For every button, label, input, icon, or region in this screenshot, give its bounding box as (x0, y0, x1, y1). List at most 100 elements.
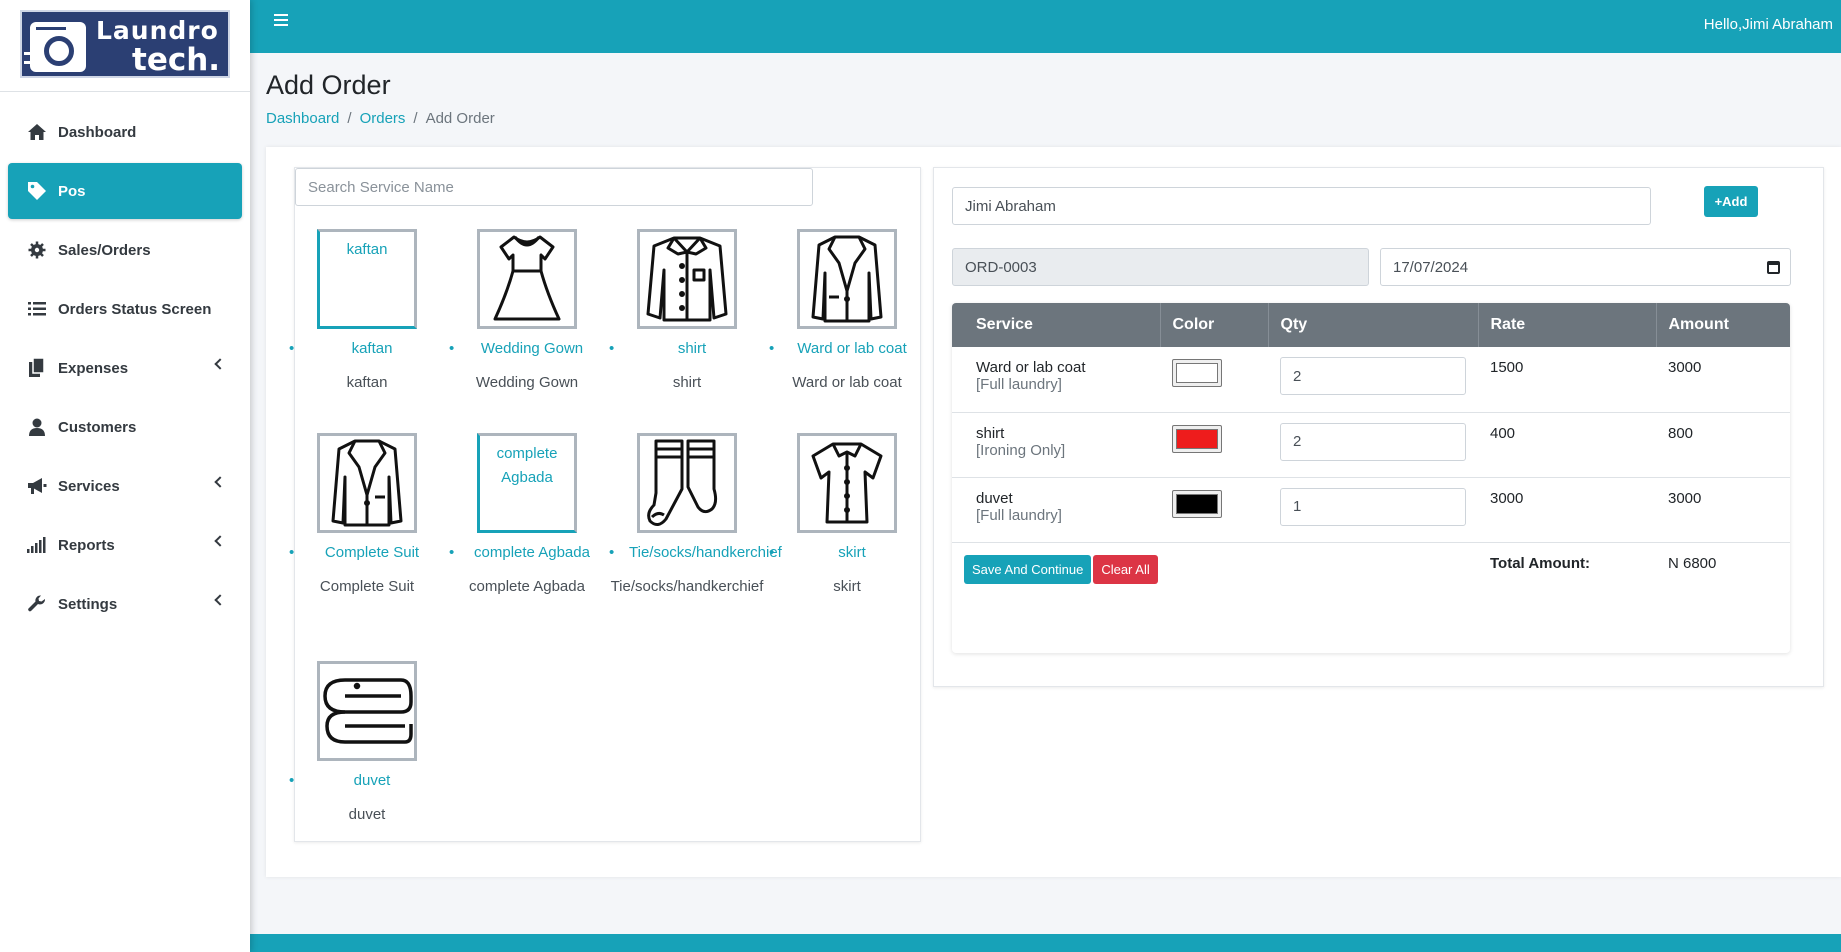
service-caption: Tie/socks/handkerchief (610, 578, 764, 595)
service-link[interactable]: Ward or lab coat (767, 337, 927, 361)
service-caption: kaftan (346, 374, 388, 391)
color-swatch (1176, 493, 1218, 514)
service-image-kaftan[interactable]: kaftan (317, 229, 417, 329)
breadcrumb-dashboard[interactable]: Dashboard (266, 110, 339, 127)
service-card-ward-or-lab-coat[interactable]: Ward or lab coat Ward or lab coat (767, 229, 927, 395)
service-image-complete-agbada[interactable]: complete Agbada (477, 433, 577, 533)
main-card: kaftan kaftan kaftan Wedding Gown Weddin… (266, 147, 1841, 877)
chevron-left-icon (214, 358, 226, 370)
brand-line2: tech. (132, 42, 221, 78)
service-link[interactable]: shirt (607, 337, 767, 361)
copy-icon (26, 358, 48, 378)
sidebar-item-label: Orders Status Screen (58, 300, 212, 318)
customer-select[interactable]: Jimi Abraham (952, 187, 1651, 225)
image-alt-text: complete Agbada (496, 445, 558, 486)
suit-icon[interactable] (317, 433, 417, 533)
qty-input[interactable]: 2 (1280, 357, 1466, 395)
row-service-name: Ward or lab coat (976, 359, 1086, 376)
service-card-tie-socks[interactable]: Tie/socks/handkerchief Tie/socks/handker… (607, 433, 782, 599)
sidebar-item-label: Pos (58, 182, 86, 200)
brand-logo[interactable]: Laundro tech. (20, 10, 230, 78)
service-card-kaftan[interactable]: kaftan kaftan kaftan (287, 229, 447, 395)
row-amount: 3000 (1656, 347, 1790, 413)
row-rate: 3000 (1478, 477, 1656, 543)
calendar-icon[interactable] (1767, 261, 1780, 274)
table-row: shirt [Ironing Only] 2 400 800 (952, 412, 1790, 478)
service-link[interactable]: Tie/socks/handkerchief (607, 541, 782, 565)
order-date-field[interactable]: 17/07/2024 (1380, 248, 1791, 286)
sidebar-item-dashboard[interactable]: Dashboard (8, 104, 242, 160)
sidebar-item-settings[interactable]: Settings (8, 576, 242, 632)
service-card-complete-suit[interactable]: Complete Suit Complete Suit (287, 433, 447, 599)
service-caption: complete Agbada (469, 578, 585, 595)
washing-machine-icon (30, 22, 86, 72)
col-service: Service (952, 303, 1161, 347)
service-caption: Wedding Gown (475, 374, 579, 391)
sidebar-item-expenses[interactable]: Expenses (8, 340, 242, 396)
footer-bar (250, 934, 1841, 952)
row-service-type: [Full laundry] (976, 506, 1062, 524)
order-panel: Jimi Abraham +Add ORD-0003 17/07/2024 Se… (933, 167, 1824, 687)
blazer-icon[interactable] (797, 229, 897, 329)
sidebar-item-orders-status[interactable]: Orders Status Screen (8, 281, 242, 337)
service-card-skirt[interactable]: skirt skirt (767, 433, 927, 599)
sidebar-item-label: Customers (58, 418, 137, 436)
total-label: Total Amount: (1490, 554, 1590, 572)
qty-input[interactable]: 2 (1280, 422, 1466, 461)
color-picker[interactable] (1172, 489, 1222, 518)
menu-toggle-icon[interactable] (274, 14, 288, 26)
user-icon (26, 417, 48, 437)
add-customer-button[interactable]: +Add (1704, 186, 1758, 217)
service-link[interactable]: skirt (767, 541, 927, 565)
sidebar-item-label: Reports (58, 536, 115, 554)
socks-icon[interactable] (637, 433, 737, 533)
col-qty: Qty (1268, 303, 1479, 347)
clear-all-button[interactable]: Clear All (1093, 554, 1158, 584)
color-picker[interactable] (1172, 359, 1222, 387)
user-greeting[interactable]: Hello,Jimi Abraham (1704, 16, 1833, 33)
sidebar-item-sales-orders[interactable]: Sales/Orders (8, 222, 242, 278)
sidebar-item-customers[interactable]: Customers (8, 399, 242, 455)
blouse-icon[interactable] (797, 433, 897, 533)
service-card-complete-agbada[interactable]: complete Agbada complete Agbada complete… (447, 433, 607, 599)
top-navbar: Hello,Jimi Abraham (250, 0, 1841, 53)
table-footer-row: Save And Continue Clear All Total Amount:… (952, 542, 1790, 607)
col-color: Color (1160, 303, 1269, 347)
sidebar-item-pos[interactable]: Pos (8, 163, 242, 219)
sidebar: Laundro tech. Dashboard Pos Sales/Orders (0, 0, 250, 952)
tag-icon (26, 181, 48, 201)
row-service-name: duvet (976, 489, 1013, 507)
row-rate: 1500 (1478, 347, 1656, 413)
breadcrumb-orders[interactable]: Orders (360, 110, 406, 127)
service-link[interactable]: duvet (287, 769, 447, 793)
signal-icon (26, 535, 48, 555)
shirt-icon[interactable] (637, 229, 737, 329)
order-date-value: 17/07/2024 (1393, 258, 1469, 276)
row-service-type: [Ironing Only] (976, 441, 1066, 459)
service-link[interactable]: Wedding Gown (447, 337, 607, 361)
color-swatch (1176, 363, 1218, 383)
table-row: Ward or lab coat [Full laundry] 2 1500 30… (952, 347, 1790, 413)
save-and-continue-button[interactable]: Save And Continue (964, 554, 1092, 584)
row-amount: 3000 (1656, 477, 1790, 543)
chevron-left-icon (214, 594, 226, 606)
order-items-table: Service Color Qty Rate Amount Ward or la… (952, 303, 1790, 653)
qty-input[interactable]: 1 (1280, 487, 1466, 526)
service-card-shirt[interactable]: shirt shirt (607, 229, 767, 395)
service-card-wedding-gown[interactable]: Wedding Gown Wedding Gown (447, 229, 607, 395)
sidebar-item-services[interactable]: Services (8, 458, 242, 514)
service-link[interactable]: kaftan (287, 337, 447, 361)
service-link[interactable]: complete Agbada (447, 541, 607, 565)
breadcrumb-current: Add Order (425, 110, 495, 127)
service-link[interactable]: Complete Suit (287, 541, 447, 565)
color-picker[interactable] (1172, 424, 1222, 453)
duvet-icon[interactable] (317, 661, 417, 761)
sidebar-item-label: Expenses (58, 359, 129, 377)
sidebar-item-reports[interactable]: Reports (8, 517, 242, 573)
search-service-input[interactable] (295, 168, 813, 206)
service-card-duvet[interactable]: duvet duvet (287, 661, 447, 827)
sidebar-item-label: Sales/Orders (58, 241, 151, 259)
dress-icon[interactable] (477, 229, 577, 329)
gear-icon (26, 240, 48, 260)
sidebar-nav: Dashboard Pos Sales/Orders Orders Status… (0, 92, 250, 647)
